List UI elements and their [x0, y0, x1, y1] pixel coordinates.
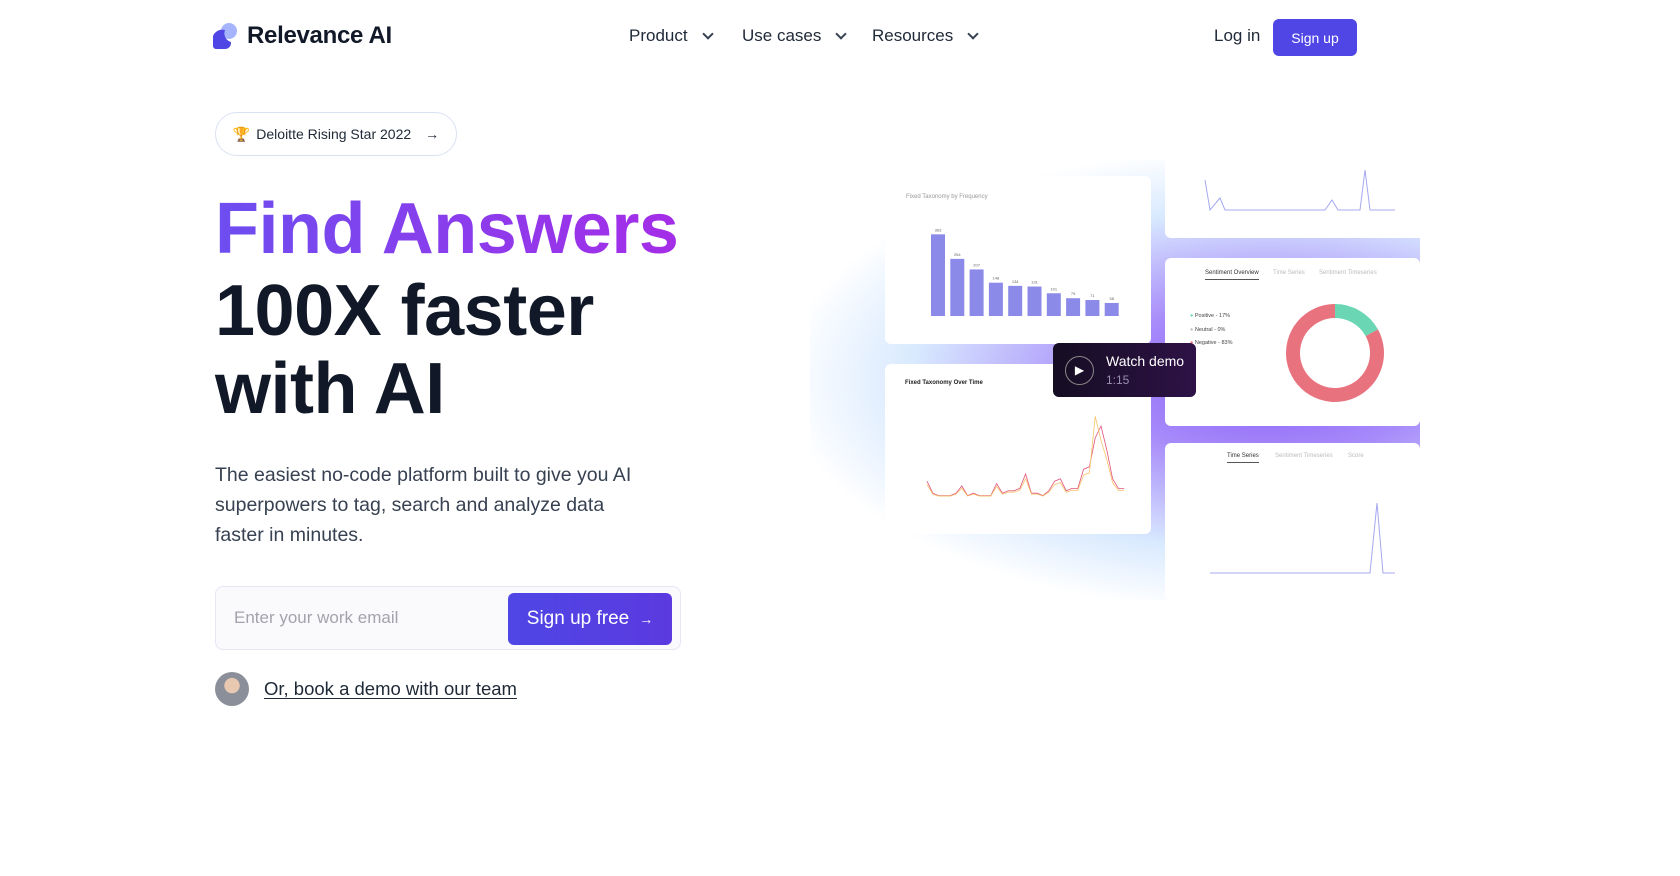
- frequency-bar: [1027, 286, 1042, 316]
- nav-label: Resources: [872, 26, 954, 45]
- signup-form: Sign up free →: [215, 586, 681, 650]
- frequency-bar: [988, 282, 1003, 316]
- donut-slice: [1334, 304, 1378, 337]
- award-badge[interactable]: 🏆 Deloitte Rising Star 2022 →: [215, 112, 457, 156]
- chevron-down-icon: [967, 28, 979, 40]
- nav-product[interactable]: Product: [629, 26, 714, 46]
- series-line: [926, 416, 1125, 497]
- avatar: [215, 672, 249, 706]
- frequency-bar: [950, 258, 965, 316]
- watch-demo-label: Watch demo: [1106, 353, 1185, 369]
- mini-line-chart: [1204, 169, 1395, 212]
- timeseries-chart: [1210, 502, 1395, 574]
- chevron-down-icon: [835, 28, 848, 40]
- nav-label: Use cases: [742, 26, 822, 45]
- frequency-bar: [1085, 300, 1100, 316]
- arrow-right-icon: →: [425, 126, 440, 142]
- brand-name: Relevance AI: [247, 22, 392, 49]
- bar-value-label: 131: [1031, 280, 1038, 285]
- bar-value-label: 134: [1012, 279, 1019, 284]
- arrow-right-icon: →: [639, 611, 654, 627]
- bar-value-label: 71: [1090, 293, 1095, 298]
- nav-resources[interactable]: Resources: [872, 26, 979, 46]
- play-icon: ▶: [1065, 355, 1094, 385]
- cta-label: Sign up free: [526, 608, 630, 629]
- frequency-bar: [1008, 285, 1023, 316]
- tab-sentiment-timeseries[interactable]: Sentiment Timeseries: [1275, 453, 1333, 459]
- bar-value-label: 363: [935, 227, 942, 232]
- frequency-bar: [1104, 302, 1119, 316]
- logo[interactable]: Relevance AI: [211, 22, 392, 50]
- hero-title-line: with AI: [215, 349, 445, 429]
- signup-button[interactable]: Sign up: [1273, 19, 1357, 56]
- frequency-bar-chart: 363 254 207 148 134 131 101 79 71 58: [931, 227, 1119, 316]
- bar-value-label: 79: [1071, 291, 1076, 296]
- book-demo-link[interactable]: Or, book a demo with our team: [264, 678, 517, 700]
- series-line: [926, 424, 1125, 497]
- book-demo[interactable]: Or, book a demo with our team: [215, 672, 517, 706]
- email-input[interactable]: [234, 603, 494, 633]
- logo-icon: [213, 23, 237, 49]
- watch-demo-button[interactable]: ▶ Watch demo 1:15: [1053, 343, 1196, 397]
- bar-value-label: 58: [1109, 296, 1114, 301]
- hero-subtitle: The easiest no-code platform built to gi…: [215, 464, 632, 546]
- hero-title: 100X faster with AI: [215, 272, 594, 428]
- sentiment-donut: [1286, 304, 1384, 402]
- frequency-bar: [1066, 298, 1081, 316]
- login-link[interactable]: Log in: [1214, 26, 1260, 46]
- badge-label: Deloitte Rising Star 2022: [256, 126, 412, 142]
- signup-free-button[interactable]: Sign up free →: [508, 593, 672, 645]
- frequency-bar: [1046, 293, 1061, 316]
- bar-value-label: 148: [993, 276, 1000, 281]
- nav-use-cases[interactable]: Use cases: [742, 26, 848, 46]
- video-duration: 1:15: [1106, 373, 1130, 387]
- bar-value-label: 207: [973, 262, 980, 267]
- nav-label: Product: [629, 26, 688, 45]
- tab-time-series[interactable]: Time Series: [1227, 453, 1259, 463]
- trophy-icon: 🏆: [232, 125, 251, 142]
- chevron-down-icon: [701, 28, 714, 40]
- tab-score[interactable]: Score: [1348, 453, 1364, 459]
- frequency-bar: [969, 269, 984, 316]
- top-right-card: [1165, 150, 1420, 238]
- bar-value-label: 254: [954, 252, 961, 257]
- timeseries-card: Time Series Sentiment Timeseries Score: [1165, 443, 1420, 600]
- sentiment-card: Sentiment Overview Time Series Sentiment…: [1165, 258, 1420, 426]
- frequency-bar: [931, 234, 945, 316]
- hero-title-line: 100X faster: [215, 271, 594, 351]
- hero-title-accent: Find Answers: [215, 189, 679, 269]
- bar-value-label: 101: [1050, 286, 1057, 291]
- frequency-card: Fixed Taxonomy by Frequency 363 254 207 148…: [885, 176, 1151, 344]
